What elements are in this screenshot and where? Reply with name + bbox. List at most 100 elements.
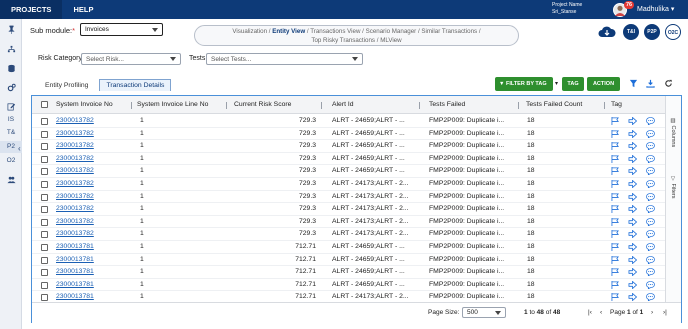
- nav-help[interactable]: HELP: [62, 0, 104, 19]
- table-row[interactable]: 2300013782 1 729.3 ALRT - 24659;ALRT - ... F…: [32, 115, 665, 128]
- column-header-tag[interactable]: Tag: [611, 96, 622, 114]
- sidebar-item-is[interactable]: IS: [0, 116, 22, 123]
- table-row[interactable]: 2300013782 1 729.3 ALRT - 24659;ALRT - ... F…: [32, 153, 665, 166]
- crumb-entity-view[interactable]: Entity View: [272, 28, 305, 35]
- forward-arrow-icon[interactable]: [628, 230, 637, 239]
- forward-arrow-icon[interactable]: [628, 280, 637, 289]
- row-checkbox[interactable]: [41, 168, 48, 176]
- last-page-icon[interactable]: ›|: [663, 309, 667, 316]
- comment-icon[interactable]: [646, 230, 655, 239]
- flag-icon[interactable]: [611, 180, 620, 188]
- row-checkbox[interactable]: [41, 143, 48, 151]
- table-row[interactable]: 2300013782 1 729.3 ALRT - 24173;ALRT - 2...…: [32, 228, 665, 241]
- invoice-no-link[interactable]: 2300013781: [56, 254, 128, 267]
- column-header-alert-id[interactable]: Alert Id: [332, 96, 354, 114]
- database-icon[interactable]: [0, 64, 22, 75]
- column-header-risk-score[interactable]: Current Risk Score: [234, 96, 291, 114]
- table-row[interactable]: 2300013782 1 729.3 ALRT - 24173;ALRT - 2...…: [32, 178, 665, 191]
- flag-icon[interactable]: [611, 255, 620, 264]
- invoice-no-link[interactable]: 2300013782: [56, 165, 128, 178]
- invoice-no-link[interactable]: 2300013782: [56, 140, 128, 153]
- table-row[interactable]: 2300013781 1 712.71 ALRT - 24659;ALRT - ...…: [32, 279, 665, 292]
- table-row[interactable]: 2300013782 1 729.3 ALRT - 24659;ALRT - ... F…: [32, 165, 665, 178]
- invoice-no-link[interactable]: 2300013782: [56, 203, 128, 216]
- flag-icon[interactable]: [611, 280, 620, 289]
- table-row[interactable]: 2300013782 1 729.3 ALRT - 24173;ALRT - 2...…: [32, 191, 665, 204]
- column-header-tests-failed[interactable]: Tests Failed: [429, 96, 465, 114]
- row-checkbox[interactable]: [41, 193, 48, 201]
- download-icon[interactable]: [646, 79, 655, 88]
- flag-icon[interactable]: [611, 243, 620, 251]
- tab-transaction-details[interactable]: Transaction Details: [99, 79, 172, 91]
- invoice-no-link[interactable]: 2300013781: [56, 266, 128, 279]
- row-checkbox[interactable]: [41, 118, 48, 125]
- row-checkbox[interactable]: [41, 244, 48, 251]
- forward-arrow-icon[interactable]: [628, 217, 637, 226]
- users-icon[interactable]: [0, 175, 22, 186]
- invoice-no-link[interactable]: 2300013782: [56, 228, 128, 241]
- comment-icon[interactable]: [646, 154, 655, 163]
- row-checkbox[interactable]: [41, 231, 48, 239]
- invoice-no-link[interactable]: 2300013782: [56, 153, 128, 166]
- forward-arrow-icon[interactable]: [628, 268, 637, 277]
- flag-icon[interactable]: [611, 192, 620, 201]
- table-row[interactable]: 2300013781 1 712.71 ALRT - 24659;ALRT - ...…: [32, 254, 665, 267]
- comment-icon[interactable]: [646, 180, 655, 188]
- invoice-no-link[interactable]: 2300013782: [56, 191, 128, 204]
- row-checkbox[interactable]: [41, 218, 48, 226]
- invoice-no-link[interactable]: 2300013781: [56, 279, 128, 292]
- collapse-sidebar-icon[interactable]: ‹: [18, 144, 21, 153]
- invoice-no-link[interactable]: 2300013782: [56, 128, 128, 141]
- comment-icon[interactable]: [646, 205, 655, 214]
- cloud-download-icon[interactable]: [598, 26, 616, 38]
- forward-arrow-icon[interactable]: [628, 205, 637, 214]
- sidebar-item-ti[interactable]: T&: [0, 129, 22, 136]
- action-button[interactable]: ACTION: [587, 77, 620, 91]
- forward-arrow-icon[interactable]: [628, 167, 637, 176]
- quick-link-o2c[interactable]: O2C: [665, 24, 681, 40]
- edit-icon[interactable]: [0, 102, 22, 113]
- row-checkbox[interactable]: [41, 269, 48, 277]
- flag-icon[interactable]: [611, 217, 620, 226]
- flag-icon[interactable]: [611, 230, 620, 239]
- crumb-top-risky-transactions[interactable]: Top Risky Transactions: [311, 37, 375, 44]
- chevron-down-icon[interactable]: ▾: [555, 80, 558, 87]
- flag-icon[interactable]: [611, 293, 620, 302]
- forward-arrow-icon[interactable]: [628, 129, 637, 138]
- first-page-icon[interactable]: |‹: [588, 309, 592, 316]
- pin-icon[interactable]: [0, 25, 22, 36]
- comment-icon[interactable]: [646, 217, 655, 226]
- comment-icon[interactable]: [646, 192, 655, 201]
- filter-icon[interactable]: [629, 79, 638, 88]
- table-row[interactable]: 2300013782 1 729.3 ALRT - 24173;ALRT - 2...…: [32, 203, 665, 216]
- comment-icon[interactable]: [646, 268, 655, 277]
- tab-entity-profiling[interactable]: Entity Profiling: [38, 79, 95, 91]
- flag-icon[interactable]: [611, 268, 620, 277]
- row-checkbox[interactable]: [41, 256, 48, 264]
- comment-icon[interactable]: [646, 255, 655, 264]
- row-checkbox[interactable]: [41, 181, 48, 188]
- comment-icon[interactable]: [646, 142, 655, 151]
- table-row[interactable]: 2300013782 1 729.3 ALRT - 24659;ALRT - ... F…: [32, 140, 665, 153]
- table-row[interactable]: 2300013781 1 712.71 ALRT - 24659;ALRT - ...…: [32, 241, 665, 254]
- row-checkbox[interactable]: [41, 294, 48, 302]
- previous-page-icon[interactable]: ‹: [600, 309, 602, 316]
- flag-icon[interactable]: [611, 129, 620, 138]
- flag-icon[interactable]: [611, 142, 620, 151]
- row-checkbox[interactable]: [41, 281, 48, 289]
- hierarchy-icon[interactable]: [0, 45, 22, 56]
- table-row[interactable]: 2300013781 1 712.71 ALRT - 24659;ALRT - ...…: [32, 266, 665, 279]
- select-all-checkbox[interactable]: [41, 101, 48, 108]
- submodule-select[interactable]: Invoices: [80, 23, 163, 36]
- filters-panel-toggle[interactable]: ▽ Filters: [670, 176, 676, 199]
- sidebar-item-o2c[interactable]: O2: [0, 157, 22, 164]
- comment-icon[interactable]: [646, 280, 655, 289]
- crumb-transactions-view[interactable]: Transactions View: [310, 28, 360, 35]
- tag-button[interactable]: TAG: [562, 77, 584, 91]
- row-checkbox[interactable]: [41, 155, 48, 163]
- comment-icon[interactable]: [646, 129, 655, 138]
- flag-icon[interactable]: [611, 117, 620, 125]
- forward-arrow-icon[interactable]: [628, 243, 637, 251]
- invoice-no-link[interactable]: 2300013781: [56, 241, 128, 254]
- table-row[interactable]: 2300013782 1 729.3 ALRT - 24659;ALRT - ... F…: [32, 128, 665, 141]
